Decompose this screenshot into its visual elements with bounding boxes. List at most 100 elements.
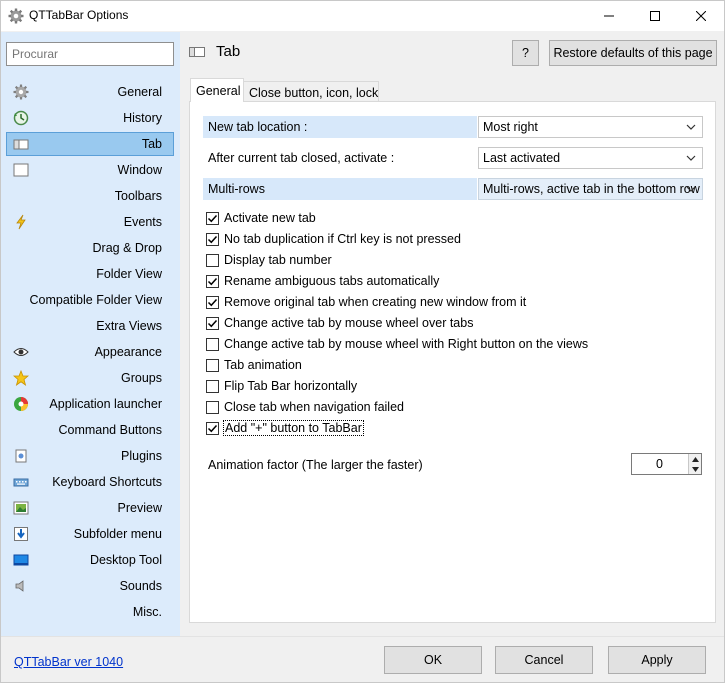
new-tab-location-label: New tab location : <box>203 116 477 138</box>
version-link[interactable]: QTTabBar ver 1040 <box>14 655 123 669</box>
checkbox[interactable] <box>206 296 219 309</box>
help-button[interactable]: ? <box>512 40 539 66</box>
checkbox[interactable] <box>206 380 219 393</box>
lightning-icon <box>13 214 29 230</box>
sidebar-item-label: Sounds <box>119 579 162 593</box>
sidebar-item-label: Groups <box>121 371 162 385</box>
spin-up-button[interactable] <box>688 454 701 464</box>
sidebar-item-label: Extra Views <box>96 319 162 333</box>
chevron-down-icon <box>686 186 696 192</box>
sidebar-item-events[interactable]: Events <box>6 210 174 234</box>
tab-general[interactable]: General <box>190 78 244 102</box>
animation-factor-label: Animation factor (The larger the faster) <box>208 458 423 472</box>
animation-factor-spinner[interactable]: 0 <box>631 453 702 475</box>
checkmark-icon <box>207 277 218 286</box>
checkmark-icon <box>207 214 218 223</box>
multi-rows-select[interactable]: Multi-rows, active tab in the bottom row <box>478 178 703 200</box>
footer-divider <box>1 636 724 637</box>
sidebar-item-appearance[interactable]: Appearance <box>6 340 174 364</box>
app-launcher-icon <box>13 396 29 412</box>
preview-icon <box>13 500 29 516</box>
sidebar-item-keyboard-shortcuts[interactable]: Keyboard Shortcuts <box>6 470 174 494</box>
sidebar-item-subfolder-menu[interactable]: Subfolder menu <box>6 522 174 546</box>
cancel-button[interactable]: Cancel <box>495 646 593 674</box>
checkbox[interactable] <box>206 338 219 351</box>
sidebar-item-misc[interactable]: Misc. <box>6 600 174 624</box>
sidebar-item-desktop-tool[interactable]: Desktop Tool <box>6 548 174 572</box>
spin-down-button[interactable] <box>688 464 701 474</box>
speaker-icon <box>13 578 29 594</box>
sidebar-item-preview[interactable]: Preview <box>6 496 174 520</box>
minimize-button[interactable] <box>586 1 632 31</box>
sidebar-item-command-buttons[interactable]: Command Buttons <box>6 418 174 442</box>
sidebar-item-folder-view[interactable]: Folder View <box>6 262 174 286</box>
animation-factor-value: 0 <box>656 457 663 471</box>
sidebar-item-label: Compatible Folder View <box>29 293 162 307</box>
maximize-button[interactable] <box>632 1 678 31</box>
page-title: Tab <box>216 43 241 60</box>
checkbox-label: Activate new tab <box>224 211 316 225</box>
sidebar-item-label: History <box>123 111 162 125</box>
checkbox-label: Rename ambiguous tabs automatically <box>224 274 440 288</box>
checkbox[interactable] <box>206 275 219 288</box>
sidebar-item-label: Keyboard Shortcuts <box>52 475 162 489</box>
checkbox[interactable] <box>206 212 219 225</box>
sidebar-item-window[interactable]: Window <box>6 158 174 182</box>
sidebar-item-label: General <box>117 85 162 99</box>
tab-close-button-icon-lock[interactable]: Close button, icon, lock <box>243 81 379 103</box>
eye-icon <box>13 344 29 360</box>
checkbox[interactable] <box>206 359 219 372</box>
restore-defaults-button[interactable]: Restore defaults of this page <box>549 40 717 66</box>
sidebar-item-label: Preview <box>117 501 162 515</box>
sidebar-item-label: Desktop Tool <box>89 553 162 567</box>
chevron-down-icon <box>686 124 696 130</box>
arrow-down-icon <box>691 466 699 472</box>
search-input[interactable] <box>6 42 174 66</box>
minimize-icon <box>604 15 614 17</box>
sidebar-item-plugins[interactable]: Plugins <box>6 444 174 468</box>
sidebar-item-toolbars[interactable]: Toolbars <box>6 184 174 208</box>
sidebar-item-tab[interactable]: Tab <box>6 132 174 156</box>
subfolder-icon <box>13 526 29 542</box>
window-icon <box>13 162 29 178</box>
sidebar-item-label: Appearance <box>94 345 162 359</box>
new-tab-location-select[interactable]: Most right <box>478 116 703 138</box>
sidebar-item-label: Application launcher <box>49 397 162 411</box>
sidebar-item-label: Tab <box>141 137 162 151</box>
sidebar-item-groups[interactable]: Groups <box>6 366 174 390</box>
sidebar-item-drag-drop[interactable]: Drag & Drop <box>6 236 174 260</box>
history-icon <box>13 110 29 126</box>
checkmark-icon <box>207 424 218 433</box>
options-window: QTTabBar Options General History <box>0 0 725 683</box>
sidebar-item-application-launcher[interactable]: Application launcher <box>6 392 174 416</box>
sidebar-item-compatible-folder-view[interactable]: Compatible Folder View <box>6 288 174 312</box>
sidebar-item-label: Toolbars <box>114 189 162 203</box>
sidebar-item-label: Subfolder menu <box>73 527 162 541</box>
sidebar-item-general[interactable]: General <box>6 80 174 104</box>
multi-rows-label: Multi-rows <box>203 178 477 200</box>
apply-button[interactable]: Apply <box>608 646 706 674</box>
tab-page-icon <box>189 45 205 59</box>
window-title: QTTabBar Options <box>29 8 129 22</box>
checkbox[interactable] <box>206 317 219 330</box>
app-gear-icon <box>8 8 24 24</box>
sidebar-item-extra-views[interactable]: Extra Views <box>6 314 174 338</box>
sidebar-item-sounds[interactable]: Sounds <box>6 574 174 598</box>
multi-rows-value: Multi-rows, active tab in the bottom row <box>483 182 700 196</box>
checkbox[interactable] <box>206 233 219 246</box>
checkmark-icon <box>207 319 218 328</box>
close-button[interactable] <box>678 1 724 31</box>
after-close-select[interactable]: Last activated <box>478 147 703 169</box>
sidebar-item-history[interactable]: History <box>6 106 174 130</box>
ok-button[interactable]: OK <box>384 646 482 674</box>
checkbox[interactable] <box>206 401 219 414</box>
star-icon <box>12 369 30 386</box>
sidebar-item-label: Events <box>123 215 162 229</box>
title-bar[interactable]: QTTabBar Options <box>1 1 724 31</box>
checkbox-label: Tab animation <box>224 358 302 372</box>
checkbox-label: Change active tab by mouse wheel with Ri… <box>224 337 589 351</box>
checkbox[interactable] <box>206 254 219 267</box>
checkbox-label: Remove original tab when creating new wi… <box>224 295 527 309</box>
new-tab-location-value: Most right <box>483 120 538 134</box>
checkbox[interactable] <box>206 422 219 435</box>
